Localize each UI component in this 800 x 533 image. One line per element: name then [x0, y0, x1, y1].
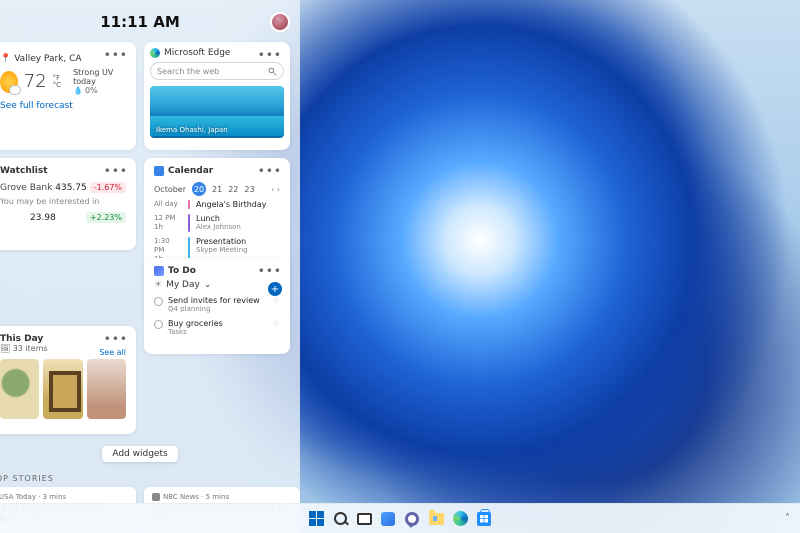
edge-photo[interactable]: Ikema Ohashi, Japan [150, 86, 284, 138]
taskbar-search-button[interactable] [331, 510, 349, 528]
top-stories-header: TOP STORIES [0, 474, 300, 483]
store-icon [477, 512, 491, 526]
taskbar: ˄ [0, 503, 800, 533]
edge-icon [453, 511, 468, 526]
watchlist-interest-label: You may be interested in [0, 197, 126, 206]
task-view-icon [357, 513, 372, 525]
photo-thumbnail[interactable] [87, 359, 126, 419]
edge-search-input[interactable]: Search the web [150, 62, 284, 80]
widgets-button[interactable] [379, 510, 397, 528]
add-widgets-button[interactable]: Add widgets [102, 446, 177, 462]
calendar-day[interactable]: 23 [244, 185, 254, 194]
weather-temp: 72 [24, 71, 47, 92]
task-view-button[interactable] [355, 510, 373, 528]
clock: 11:11 AM [100, 13, 180, 31]
todo-more-icon[interactable]: ••• [258, 264, 282, 278]
todo-title: To Do [168, 266, 196, 276]
chat-button[interactable] [403, 510, 421, 528]
edge-photo-caption: Ikema Ohashi, Japan [156, 126, 228, 134]
tray-chevron-up-icon[interactable]: ˄ [785, 513, 790, 524]
edge-logo-icon [150, 48, 160, 58]
todo-item[interactable]: Send invites for reviewQ4 planning☆ [154, 296, 280, 313]
todo-checkbox[interactable] [154, 297, 163, 306]
widgets-header: 11:11 AM [0, 8, 290, 36]
edge-title: Microsoft Edge [164, 48, 230, 58]
watchlist-row[interactable]: Grove Bank 435.75 -1.67% [0, 182, 126, 193]
star-icon[interactable]: ☆ [272, 296, 280, 306]
watchlist-more-icon[interactable]: ••• [104, 164, 128, 178]
todo-app-icon [154, 266, 164, 276]
edge-card[interactable]: ••• Microsoft Edge Search the web Ikema … [144, 42, 290, 150]
weather-card[interactable]: ••• 📍 Valley Park, CA 72 °F°C Strong UV … [0, 42, 136, 150]
photo-thumbnail[interactable] [0, 359, 39, 419]
weather-forecast-link[interactable]: See full forecast [0, 101, 126, 111]
todo-list-selector[interactable]: ☀My Day ⌄ [154, 280, 280, 290]
weather-more-icon[interactable]: ••• [104, 48, 128, 62]
calendar-title: Calendar [168, 166, 213, 176]
calendar-prev-icon[interactable]: ‹ [271, 185, 274, 194]
file-explorer-button[interactable] [427, 510, 445, 528]
calendar-day-selected[interactable]: 20 [192, 182, 206, 196]
calendar-icon [154, 166, 164, 176]
folder-icon [429, 513, 444, 525]
calendar-day[interactable]: 21 [212, 185, 222, 194]
weather-condition: Strong UV today [73, 68, 126, 86]
calendar-event[interactable]: 12 PM1hLunchAlex Johnson [154, 214, 280, 232]
todo-add-button[interactable]: + [268, 282, 282, 296]
calendar-event[interactable]: All dayAngela's Birthday [154, 200, 280, 209]
edge-button[interactable] [451, 510, 469, 528]
edge-more-icon[interactable]: ••• [258, 48, 282, 62]
calendar-day[interactable]: 22 [228, 185, 238, 194]
user-avatar[interactable] [270, 12, 290, 32]
chevron-down-icon: ⌄ [204, 280, 212, 290]
weather-precip: 💧 0% [73, 86, 126, 95]
todo-checkbox[interactable] [154, 320, 163, 329]
photos-more-icon[interactable]: ••• [104, 332, 128, 346]
watchlist-card[interactable]: ••• Watchlist Grove Bank 435.75 -1.67% Y… [0, 158, 136, 250]
weather-sun-icon [0, 71, 18, 93]
todo-item[interactable]: Buy groceriesTasks☆ [154, 319, 280, 336]
calendar-next-icon[interactable]: › [277, 185, 280, 194]
source-icon [152, 493, 160, 501]
calendar-more-icon[interactable]: ••• [258, 164, 282, 178]
search-icon [334, 512, 347, 525]
todo-card[interactable]: ••• To Do ☀My Day ⌄ + Send invites for r… [144, 258, 290, 354]
calendar-date-row: October 20 21 22 23 ‹ › [154, 182, 280, 196]
star-icon[interactable]: ☆ [272, 319, 280, 329]
widgets-panel: 11:11 AM ••• 📍 Valley Park, CA 72 °F°C S… [0, 0, 300, 533]
sun-icon: ☀ [154, 280, 162, 290]
weather-units: °F°C [53, 75, 61, 89]
photos-card[interactable]: ••• This Day 🖼 33 items See all [0, 326, 136, 434]
chat-icon [405, 512, 419, 526]
start-button[interactable] [307, 510, 325, 528]
store-button[interactable] [475, 510, 493, 528]
watchlist-row[interactable]: 23.98 +2.23% [0, 212, 126, 223]
photo-thumbnail[interactable] [43, 359, 82, 419]
photos-see-all-link[interactable]: See all [99, 348, 126, 357]
search-icon [268, 67, 277, 76]
widgets-icon [381, 512, 395, 526]
